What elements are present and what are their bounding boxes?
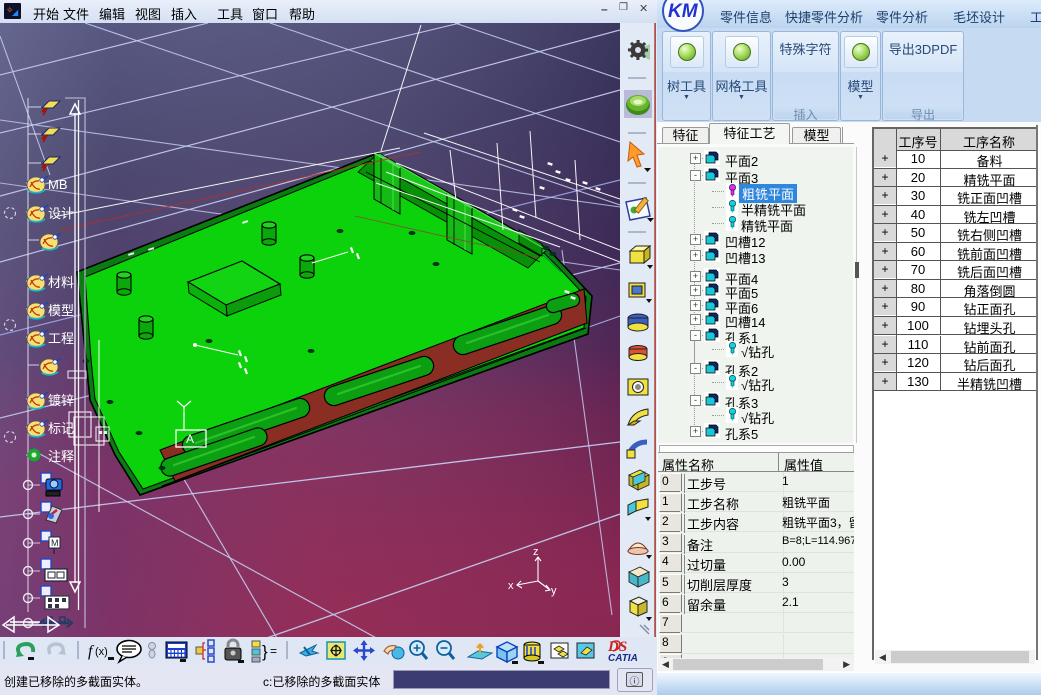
svg-text:y: y [551,585,557,597]
svg-text:A: A [186,432,194,446]
svg-text:镀锌: 镀锌 [48,393,74,408]
svg-text:工程: 工程 [48,331,74,346]
svg-text:MB: MB [48,177,68,192]
svg-text:z: z [533,546,539,558]
svg-text:}: } [262,642,268,661]
svg-text:x: x [508,580,514,592]
svg-text:=: = [270,644,277,658]
svg-text:(x): (x) [95,646,108,658]
svg-text:注释: 注释 [48,449,74,464]
svg-text:标记: 标记 [48,421,74,436]
svg-text:模型: 模型 [48,303,74,318]
svg-text:材料: 材料 [48,275,74,290]
svg-text:设计: 设计 [48,206,74,221]
svg-text:CATIA: CATIA [608,653,638,664]
svg-text:M: M [51,538,59,548]
